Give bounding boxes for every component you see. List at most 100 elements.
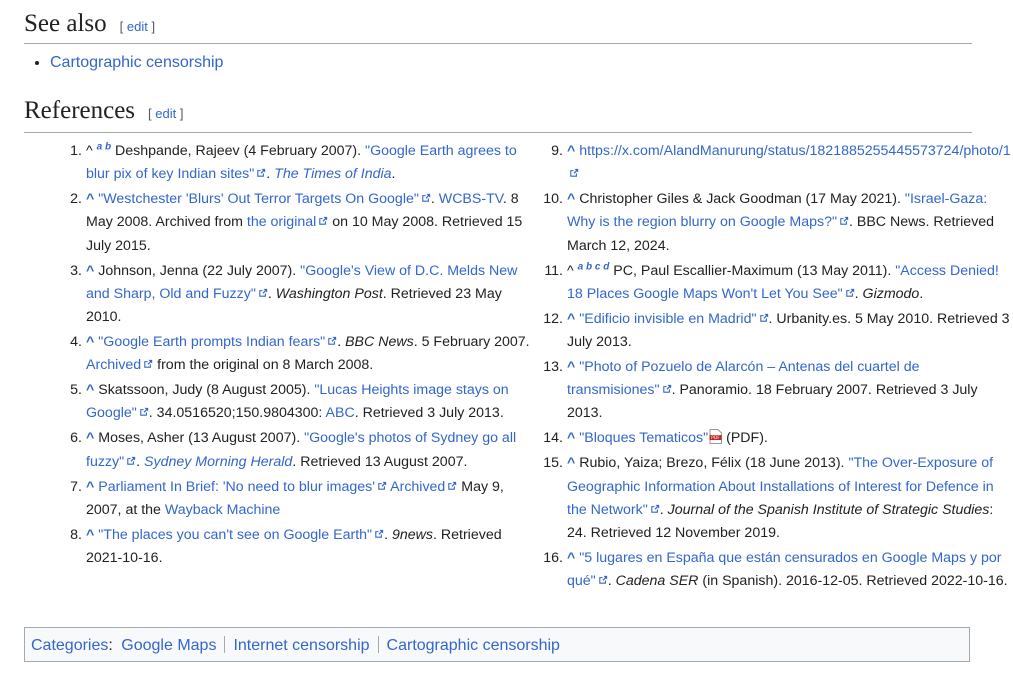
see-also-edit-link[interactable]: edit (127, 19, 148, 34)
reference-number: 9. (551, 143, 563, 159)
external-link-icon (650, 504, 660, 514)
backlink-caret[interactable]: ^ (567, 311, 575, 327)
reference-text: . 34.0516520;150.9804300: (148, 405, 326, 422)
category-separator (377, 636, 379, 653)
categories-colon: : (108, 637, 113, 654)
see-also-title: See also (24, 10, 107, 37)
references-edit-section: [ edit ] (148, 106, 184, 121)
archived-link[interactable]: Archived (390, 479, 445, 495)
category-link-cartographic-censorship[interactable]: Cartographic censorship (387, 637, 560, 654)
reference-text: . (337, 334, 346, 351)
category-link-google-maps[interactable]: Google Maps (121, 637, 216, 654)
reference-number: 6. (70, 430, 82, 447)
backlink-caret[interactable]: ^ (86, 382, 94, 398)
reference-text: . (854, 285, 863, 302)
wayback-machine-link[interactable]: Wayback Machine (165, 502, 280, 518)
reference-link[interactable]: "Bloques Tematicos" (579, 430, 708, 446)
reference-text: . (136, 453, 145, 470)
reference-text: . (919, 285, 924, 302)
reference-text: (in Spanish). 2016-12-05. Retrieved 2022… (698, 573, 1008, 590)
external-link-icon (759, 313, 769, 323)
reference-work: Cadena SER (615, 573, 699, 590)
backlink-caret[interactable]: ^ (86, 263, 94, 279)
reference-link[interactable]: "Westchester 'Blurs' Out Terror Targets … (98, 191, 419, 207)
reference-item: 4. ^ "Google Earth prompts Indian fears"… (70, 331, 531, 377)
external-link-icon (845, 288, 855, 298)
reference-work-link[interactable]: The Times of India (274, 166, 391, 182)
publisher-link[interactable]: ABC (326, 405, 355, 421)
reference-work: 9news (391, 526, 433, 543)
reference-text: . (266, 166, 275, 183)
reference-number: 8. (70, 526, 82, 543)
reference-number: 2. (70, 191, 82, 208)
reference-text: Christopher Giles & Jack Goodman (17 May… (579, 191, 905, 208)
archived-link[interactable]: Archived (86, 357, 141, 373)
backlink-caret[interactable]: ^ (567, 455, 575, 471)
publisher-link[interactable]: WCBS-TV (439, 191, 503, 207)
backlink-caret[interactable]: ^ (567, 191, 575, 207)
backlink-letters[interactable]: a b (97, 141, 111, 152)
svg-text:PDF: PDF (711, 435, 720, 441)
reference-link[interactable]: Parliament In Brief: 'No need to blur im… (98, 479, 375, 495)
backlink-caret[interactable]: ^ (86, 430, 94, 446)
reference-item: 8. ^ "The places you can't see on Google… (70, 524, 531, 570)
reference-work: Gizmodo (862, 285, 920, 302)
reference-number: 16. (543, 550, 563, 567)
external-link-icon (374, 529, 384, 539)
reference-text: Moses, Asher (13 August 2007). (98, 430, 305, 447)
category-link-internet-censorship[interactable]: Internet censorship (233, 637, 369, 654)
backlink-caret[interactable]: ^ (567, 550, 575, 566)
external-link-icon (143, 359, 153, 369)
reference-work-link[interactable]: Sydney Morning Herald (144, 454, 292, 470)
reference-item: 1. ^ a b Deshpande, Rajeev (4 February 2… (70, 140, 531, 186)
reference-text: . (430, 191, 439, 208)
backlink-caret[interactable]: ^ (86, 527, 94, 543)
reference-item: 15. ^ Rubio, Yaiza; Brezo, Félix (18 Jun… (543, 452, 1012, 545)
backlink-caret: ^ (567, 262, 574, 279)
references-column-2: 9. ^ https://x.com/AlandManurung/status/… (527, 140, 1012, 595)
reference-link[interactable]: https://x.com/AlandManurung/status/18218… (579, 143, 1010, 159)
reference-link[interactable]: "Edificio invisible en Madrid" (579, 311, 756, 327)
reference-work: Journal of the Spanish Institute of Stra… (667, 501, 990, 518)
reference-number: 12. (543, 310, 563, 327)
reference-number: 5. (70, 382, 82, 399)
references-heading: References [ edit ] (24, 95, 972, 133)
references-title: References (24, 97, 136, 124)
external-link-icon (318, 216, 328, 226)
references-edit-link[interactable]: edit (155, 106, 176, 121)
pdf-icon: PDF (709, 429, 723, 445)
reference-text: from the original on 8 March 2008. (153, 357, 374, 374)
reference-item: 3. ^ Johnson, Jenna (22 July 2007). "Goo… (70, 260, 531, 330)
reference-number: 11. (544, 262, 563, 279)
list-item: Cartographic censorship (50, 52, 223, 74)
backlink-caret[interactable]: ^ (86, 334, 94, 350)
archive-original-link[interactable]: the original (247, 214, 316, 230)
reference-text: . (391, 166, 396, 183)
reference-work: The Times of India (274, 166, 392, 183)
backlink-caret[interactable]: ^ (86, 191, 94, 207)
reference-item: 5. ^ Skatssoon, Judy (8 August 2005). "L… (70, 379, 531, 425)
reference-item: 13. ^ "Photo of Pozuelo de Alarcón – Ant… (543, 356, 1012, 426)
category-separator (224, 636, 226, 653)
backlink-caret[interactable]: ^ (567, 430, 575, 446)
backlink-caret[interactable]: ^ (567, 143, 575, 159)
reference-text: . (267, 285, 276, 302)
reference-item: 2. ^ "Westchester 'Blurs' Out Terror Tar… (70, 188, 531, 258)
backlink-caret[interactable]: ^ (567, 359, 575, 375)
external-link-icon (421, 193, 431, 203)
reference-link[interactable]: "Google Earth prompts Indian fears" (98, 334, 325, 350)
reference-item: 16. ^ "5 lugares en España que están cen… (543, 547, 1012, 593)
categories-label-link[interactable]: Categories (31, 637, 108, 654)
reference-number: 1. (70, 143, 82, 159)
backlink-letters[interactable]: a b c d (578, 261, 610, 272)
external-link-icon (598, 575, 608, 585)
reference-text: Deshpande, Rajeev (4 February 2007). (115, 143, 366, 159)
see-also-edit-section: [ edit ] (119, 19, 156, 34)
reference-link[interactable]: "The places you can't see on Google Eart… (98, 527, 372, 543)
reference-item: 6. ^ Moses, Asher (13 August 2007). "Goo… (70, 427, 531, 473)
reference-number: 13. (543, 359, 563, 376)
see-also-link-cartographic-censorship[interactable]: Cartographic censorship (50, 54, 223, 71)
external-link-icon (377, 481, 387, 491)
backlink-caret: ^ (86, 143, 93, 159)
backlink-caret[interactable]: ^ (86, 479, 94, 495)
